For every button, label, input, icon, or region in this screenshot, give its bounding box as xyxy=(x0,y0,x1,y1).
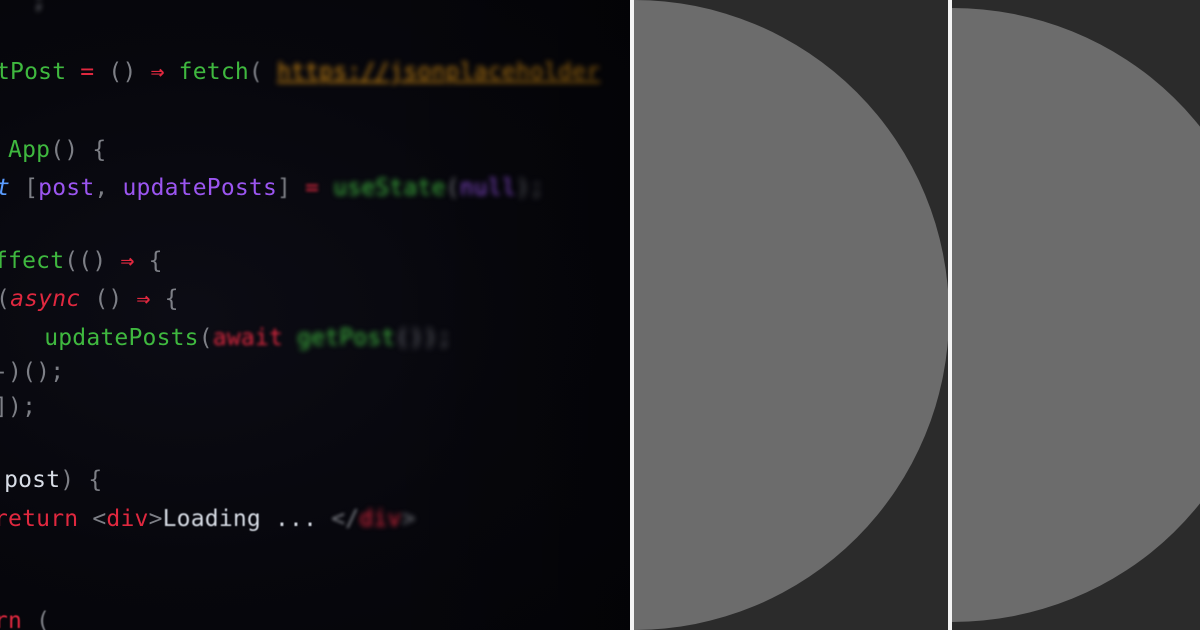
code-token: ; xyxy=(4,0,47,14)
code-token: ⇒ xyxy=(120,248,149,274)
half-circle-shape-2 xyxy=(952,8,1200,622)
code-line-2: tPost = () ⇒ fetch( https://jsonplacehol… xyxy=(0,61,600,84)
code-token: ) { xyxy=(60,467,103,493)
code-line-12: rn ( xyxy=(0,610,50,630)
code-token: updatePosts xyxy=(0,325,199,351)
code-token: ( xyxy=(445,175,460,201)
code-line-3: App() { xyxy=(0,139,106,162)
code-token: < xyxy=(78,506,107,532)
code-line-9: ]); xyxy=(0,396,36,419)
code-token: await xyxy=(212,325,284,351)
code-token: () { xyxy=(50,137,107,163)
code-token: </ xyxy=(317,506,360,532)
code-token: (() xyxy=(64,248,121,274)
code-token: fetch xyxy=(178,59,249,85)
code-token: () xyxy=(108,59,151,85)
code-line-10: (post) { xyxy=(0,469,102,492)
code-line-6: (async () ⇒ { xyxy=(0,288,179,311)
code-token: = xyxy=(305,175,334,201)
code-token: { xyxy=(164,286,179,312)
code-token: ]); xyxy=(0,394,37,420)
code-token: div xyxy=(106,506,149,532)
code-token: post xyxy=(38,175,95,201)
code-line-4: t [post, updatePosts] = useState(null); xyxy=(0,177,544,200)
code-token: tPost xyxy=(0,59,67,85)
code-token: [ xyxy=(10,175,39,201)
code-line-8: -)(); xyxy=(0,361,64,384)
half-circle-shape-1 xyxy=(634,0,948,630)
code-line-1: ; xyxy=(4,0,46,13)
code-token: post xyxy=(4,467,61,493)
code-screenshot-image: ; tPost = () ⇒ fetch( https://jsonplaceh… xyxy=(0,0,630,630)
code-token: null xyxy=(459,175,516,201)
code-token: ] xyxy=(277,175,306,201)
code-token: ⇒ xyxy=(136,286,165,312)
code-token: ⇒ xyxy=(150,59,179,85)
code-token: rn xyxy=(0,608,23,630)
code-token: ( xyxy=(198,325,213,351)
code-token: async xyxy=(10,286,81,312)
code-token: div xyxy=(359,506,402,532)
code-token: () xyxy=(80,286,137,312)
code-token: = xyxy=(66,59,109,85)
code-token: ); xyxy=(515,175,544,201)
code-token: -)(); xyxy=(0,359,65,385)
code-token: , xyxy=(94,175,123,201)
code-token: Loading ... xyxy=(162,506,318,532)
code-line-7: updatePosts(await getPost()); xyxy=(0,327,452,350)
decorative-panel-2 xyxy=(952,0,1200,630)
code-token: { xyxy=(148,248,163,274)
code-token: https://jsonplaceholder xyxy=(277,59,601,85)
code-line-11: return <div>Loading ... </div> xyxy=(0,508,416,531)
code-token: ( xyxy=(248,59,278,85)
code-token: updatePosts xyxy=(122,175,278,201)
code-token: ( xyxy=(0,288,10,311)
code-token: > xyxy=(148,506,163,532)
code-token: > xyxy=(401,506,416,532)
code-token: App xyxy=(8,137,51,163)
decorative-panel-1 xyxy=(634,0,948,630)
code-token: t xyxy=(0,177,10,200)
code-token: ()); xyxy=(395,325,452,351)
code-token: useState xyxy=(333,175,446,201)
code-token: return xyxy=(0,506,79,532)
code-token: ( xyxy=(22,608,51,630)
code-token: ffect xyxy=(0,248,65,274)
image-vignette xyxy=(0,0,630,630)
code-token: getPost xyxy=(283,325,396,351)
code-line-5: ffect(() ⇒ { xyxy=(0,250,163,273)
